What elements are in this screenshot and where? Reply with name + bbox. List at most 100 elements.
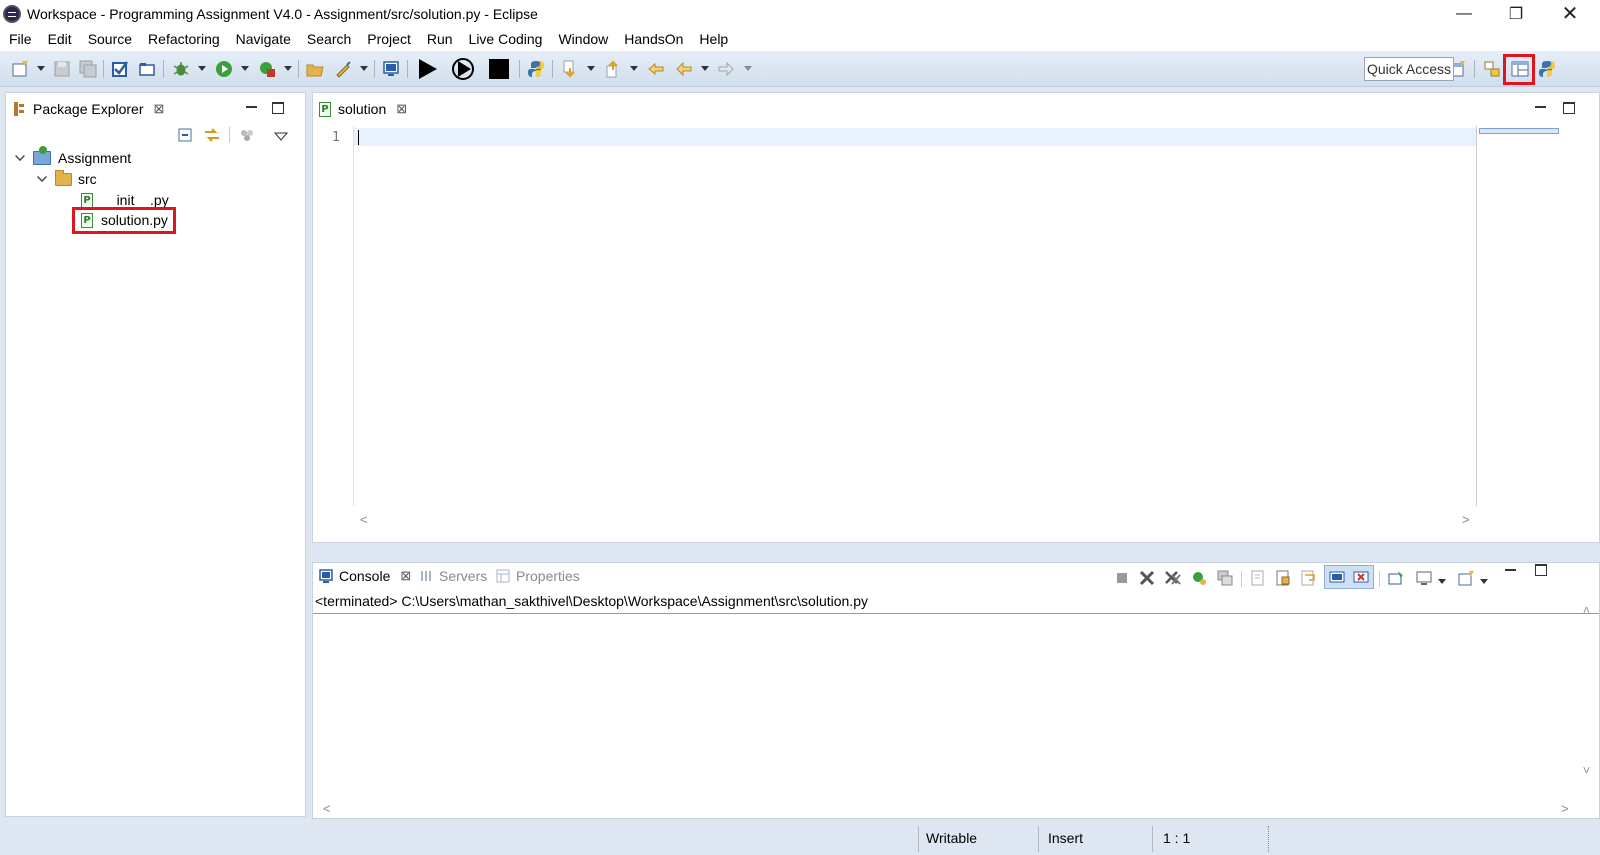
run-dropdown-arrow[interactable] [241, 66, 249, 71]
pen-dropdown-arrow[interactable] [360, 66, 368, 71]
show-on-stdout-icon[interactable] [1329, 570, 1345, 586]
open-type-button[interactable] [137, 59, 157, 79]
menu-run[interactable]: Run [419, 28, 461, 50]
clear-console-icon[interactable] [1250, 570, 1266, 586]
perspective-pydev-browse-button[interactable] [1482, 59, 1502, 79]
toolbar-separator [163, 60, 164, 78]
tree-item-project[interactable]: Assignment [15, 146, 131, 168]
new-dropdown-arrow[interactable] [37, 66, 45, 71]
debug-dropdown-arrow[interactable] [198, 66, 206, 71]
view-menu-button[interactable] [273, 129, 289, 145]
maximize-view-button[interactable] [272, 102, 284, 114]
display-selected-console-icon[interactable] [1416, 570, 1432, 586]
focus-button[interactable] [239, 127, 255, 146]
menu-file[interactable]: File [0, 28, 40, 50]
debug-button[interactable] [171, 59, 191, 79]
back-button[interactable] [674, 59, 694, 79]
scroll-right-icon[interactable]: > [1462, 512, 1470, 527]
minimize-button[interactable]: — [1438, 0, 1490, 27]
next-annotation-dropdown-arrow[interactable] [587, 66, 595, 71]
terminate-icon[interactable] [1114, 570, 1130, 586]
run-button[interactable] [214, 59, 234, 79]
word-wrap-icon[interactable] [1301, 570, 1317, 586]
close-tab-icon[interactable]: ⊠ [400, 568, 411, 584]
pen-button[interactable] [333, 59, 353, 79]
console-view-button[interactable] [381, 59, 401, 79]
scroll-down-icon[interactable]: > [1580, 766, 1594, 773]
tab-console[interactable]: Console ⊠ [319, 563, 411, 589]
close-tab-icon[interactable]: ⊠ [154, 101, 165, 117]
external-tools-button[interactable] [257, 59, 277, 79]
close-tab-icon[interactable]: ⊠ [396, 101, 407, 117]
editor-horizontal-scrollbar[interactable]: < > [354, 512, 1476, 530]
menu-refactoring[interactable]: Refactoring [140, 28, 228, 50]
tree-item-folder[interactable]: src [37, 169, 97, 189]
back-dropdown-arrow[interactable] [701, 66, 709, 71]
menu-source[interactable]: Source [80, 28, 140, 50]
previous-annotation-button[interactable] [603, 59, 623, 79]
pin-console-icon[interactable] [1388, 570, 1404, 586]
forward-dropdown-arrow[interactable] [744, 66, 752, 71]
task-button[interactable] [110, 59, 130, 79]
previous-annotation-dropdown-arrow[interactable] [630, 66, 638, 71]
show-on-stderr-icon[interactable] [1353, 570, 1369, 586]
show-console-icon[interactable] [1217, 570, 1233, 586]
open-console-icon[interactable] [1458, 570, 1474, 586]
code-editor[interactable]: 1 [316, 126, 1476, 506]
tab-servers[interactable]: Servers [419, 563, 487, 589]
open-console-dropdown-arrow[interactable] [1480, 579, 1488, 584]
new-button[interactable] [10, 59, 30, 79]
menu-window[interactable]: Window [550, 28, 616, 50]
perspective-pydev-button[interactable] [1537, 59, 1557, 79]
stop-button[interactable] [487, 57, 511, 81]
pen-icon [336, 61, 351, 78]
chevron-down-icon[interactable] [37, 172, 47, 182]
open-folder-button[interactable] [305, 59, 325, 79]
save-button[interactable] [52, 59, 72, 79]
minimize-view-button[interactable] [246, 102, 258, 114]
minimize-console-button[interactable] [1505, 565, 1517, 577]
tab-properties[interactable]: Properties [496, 563, 580, 589]
python-button[interactable] [526, 59, 546, 79]
previous-annotation-icon [606, 60, 618, 78]
external-tools-dropdown-arrow[interactable] [284, 66, 292, 71]
restore-button[interactable]: ❐ [1490, 0, 1542, 27]
menu-help[interactable]: Help [691, 28, 736, 50]
scroll-right-icon[interactable]: > [1561, 801, 1569, 816]
remove-all-terminated-icon[interactable] [1165, 570, 1181, 586]
play-button[interactable] [415, 57, 439, 81]
scroll-left-icon[interactable]: < [323, 801, 331, 816]
collapse-all-button[interactable] [178, 127, 194, 146]
quick-access-field[interactable]: Quick Access [1364, 57, 1454, 81]
close-window-button[interactable]: ✕ [1544, 0, 1596, 27]
package-explorer-tabbar: Package Explorer ⊠ [6, 93, 305, 123]
relaunch-icon[interactable] [1191, 570, 1207, 586]
save-all-button[interactable] [78, 59, 98, 79]
forward-button[interactable] [716, 59, 736, 79]
chevron-down-icon[interactable] [15, 151, 25, 161]
play-with-args-button[interactable] [450, 57, 476, 81]
tab-solution[interactable]: P solution ⊠ [319, 96, 407, 122]
open-folder-icon [306, 64, 324, 77]
last-edit-button[interactable] [646, 59, 666, 79]
scroll-left-icon[interactable]: < [360, 512, 368, 527]
stop-icon [489, 59, 509, 79]
link-with-editor-button[interactable] [203, 127, 221, 146]
menu-handson[interactable]: HandsOn [616, 28, 691, 50]
menu-live-coding[interactable]: Live Coding [461, 28, 551, 50]
console-output-area[interactable] [313, 614, 1581, 799]
tab-package-explorer[interactable]: Package Explorer ⊠ [12, 96, 164, 122]
maximize-editor-button[interactable] [1563, 102, 1575, 114]
overview-ruler[interactable] [1476, 126, 1559, 506]
maximize-console-button[interactable] [1535, 564, 1547, 576]
minimize-editor-button[interactable] [1535, 102, 1547, 114]
remove-launch-icon[interactable] [1139, 570, 1155, 586]
scroll-up-icon[interactable]: < [1580, 606, 1594, 613]
menu-edit[interactable]: Edit [40, 28, 80, 50]
scroll-lock-icon[interactable] [1275, 570, 1291, 586]
next-annotation-button[interactable] [560, 59, 580, 79]
menu-navigate[interactable]: Navigate [228, 28, 299, 50]
display-console-dropdown-arrow[interactable] [1438, 579, 1446, 584]
menu-search[interactable]: Search [299, 28, 359, 50]
menu-project[interactable]: Project [359, 28, 419, 50]
